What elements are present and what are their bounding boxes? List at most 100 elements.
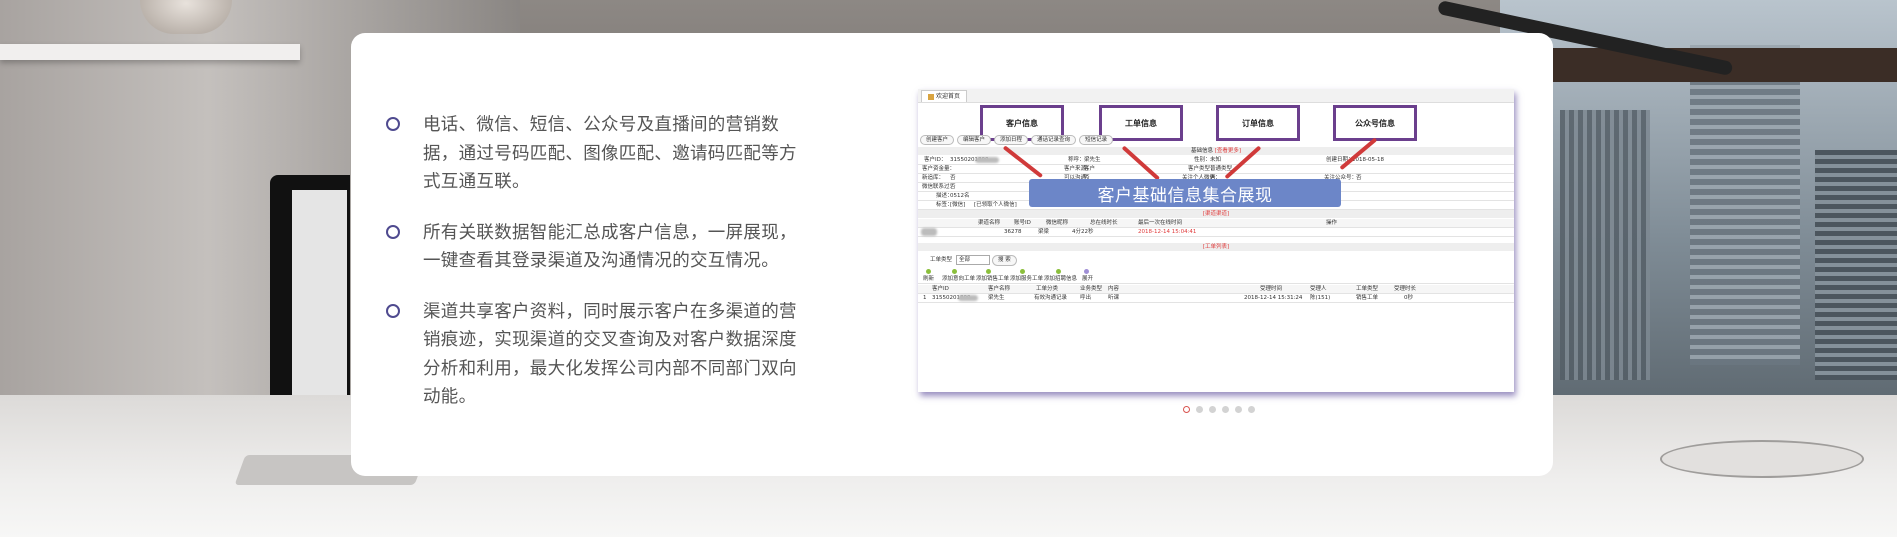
cell-value: 2018-12-14 15:04:41 (1138, 229, 1197, 235)
add-schedule-button[interactable]: 添加日程 (994, 135, 1029, 145)
field-label: 新追库： (922, 175, 945, 181)
feature-text: 渠道共享客户资料，同时展示客户在多渠道的营销痕迹，实现渠道的交叉查询及对客户数据… (423, 301, 797, 408)
feature-item: 所有关联数据智能汇总成客户信息，一屏展现，一键查看其登录渠道及沟通情况的交互情况… (383, 219, 803, 276)
summary-banner: 客户基础信息集合展现 (1029, 179, 1341, 207)
cell-value: 梁先生 (988, 295, 1005, 301)
home-icon (928, 93, 934, 100)
background-building (1690, 45, 1800, 365)
carousel-dot[interactable] (1209, 406, 1216, 413)
column-header: 微信昵称 (1046, 220, 1069, 226)
field-value: 梁先生 (1084, 157, 1101, 163)
search-button[interactable]: 搜 索 (992, 255, 1017, 266)
background-building (1815, 150, 1897, 380)
add-sales-ticket-button[interactable]: 添加销售工单 (976, 275, 1009, 283)
ticket-header-row: 客户ID 客户名称 工单分类 业务类型 内容 受理时间 受理人 工单类型 受理时… (918, 285, 1514, 294)
field-value: 否 (950, 184, 956, 190)
highlight-label: 客户信息 (1006, 118, 1038, 128)
tag-value: [微信] (950, 202, 966, 208)
edit-customer-button[interactable]: 编辑客户 (957, 135, 992, 145)
call-record-button[interactable]: 通话记录查询 (1031, 135, 1077, 145)
banner-text: 客户基础信息集合展现 (1097, 185, 1273, 206)
add-icon (1020, 269, 1025, 274)
ticket-row[interactable]: 1 31550201800 梁先生 有效沟通记录 呼出 听课 2018-12-1… (918, 294, 1514, 303)
refresh-button[interactable]: 刷新 (923, 275, 934, 283)
cell-value: 陈(151) (1310, 295, 1331, 301)
field-label: 客户资金量： (922, 166, 956, 172)
ticket-toolbar: 刷新 添加意向工单 添加销售工单 添加服务工单 添加招聘信息 展开 (918, 275, 1514, 284)
field-label: 称呼： (1068, 157, 1085, 163)
expand-button[interactable]: 展开 (1082, 275, 1093, 283)
section-title: 基础信息 (1190, 148, 1213, 154)
action-button-row: 创建客户 编辑客户 添加日程 通话记录查询 短信记录 (920, 135, 1114, 145)
carousel-dot[interactable] (1248, 406, 1255, 413)
column-header: 客户ID (932, 286, 949, 292)
highlight-order-info: 订单信息 (1216, 105, 1300, 141)
info-row: 客户资金量： 客户来源： 客户 客户类型： 普通类型 (918, 165, 1514, 174)
field-value: 否 (950, 175, 956, 181)
background-building (1560, 110, 1650, 380)
field-value: 0512名 (950, 193, 970, 199)
section-title: [工单列表] (1202, 244, 1230, 250)
channel-row: 36278 梁梁 4分22秒 2018-12-14 15:04:41 (918, 228, 1514, 237)
cell-value: 有效沟通记录 (1034, 295, 1068, 301)
column-header: 工单类型 (1356, 286, 1379, 292)
view-more-link[interactable]: [查看更多] (1215, 148, 1241, 154)
app-tab-bar: 欢迎首页 (918, 89, 1514, 103)
cell-value: 销售工单 (1356, 295, 1379, 301)
add-icon (986, 269, 991, 274)
highlight-label: 工单信息 (1125, 118, 1157, 128)
cell-value: 呼出 (1080, 295, 1092, 301)
column-header: 最后一次在线时间 (1138, 220, 1183, 226)
field-value: 客户 (1084, 166, 1096, 172)
carousel-dot[interactable] (1196, 406, 1203, 413)
column-header: 账号ID (1014, 220, 1031, 226)
column-header: 工单分类 (1036, 286, 1059, 292)
feature-text: 所有关联数据智能汇总成客户信息，一屏展现，一键查看其登录渠道及沟通情况的交互情况… (423, 222, 797, 272)
row-number: 1 (923, 295, 927, 301)
column-header: 受理时长 (1394, 286, 1417, 292)
circle-bullet-icon (386, 303, 400, 318)
info-row: 客户ID： 31550201800 称呼： 梁先生 性别： 未知 创建日期： 2… (918, 156, 1514, 165)
add-intent-ticket-button[interactable]: 添加意向工单 (942, 275, 975, 283)
tag-value: [已领取个人微信] (974, 202, 1017, 208)
field-label: 性别： (1194, 157, 1211, 163)
redacted-value (975, 157, 999, 163)
filter-label: 工单类型 (930, 257, 953, 263)
background-shelf (0, 44, 300, 60)
add-service-ticket-button[interactable]: 添加服务工单 (1010, 275, 1043, 283)
carousel-slide: 欢迎首页 客户信息 工单信息 订单信息 公众号信息 创建客户 编辑客户 添加日程… (918, 89, 1514, 392)
create-customer-button[interactable]: 创建客户 (920, 135, 955, 145)
carousel-dot[interactable] (1222, 406, 1229, 413)
sms-record-button[interactable]: 短信记录 (1079, 135, 1114, 145)
column-header: 业务类型 (1080, 286, 1103, 292)
feature-list: 电话、微信、短信、公众号及直播间的营销数据，通过号码匹配、图像匹配、邀请码匹配等… (383, 111, 803, 434)
column-header: 受理人 (1310, 286, 1327, 292)
channel-section: [渠道渠道] (918, 210, 1514, 218)
column-header: 总在线时长 (1090, 220, 1118, 226)
cell-value: 4分22秒 (1072, 229, 1094, 235)
carousel-dot[interactable] (1183, 406, 1190, 413)
channel-avatar (921, 228, 937, 236)
field-value: 否 (1356, 175, 1362, 181)
feature-text: 电话、微信、短信、公众号及直播间的营销数据，通过号码匹配、图像匹配、邀请码匹配等… (423, 115, 797, 192)
carousel-dots (1183, 406, 1255, 413)
column-header: 客户名称 (988, 286, 1011, 292)
add-icon (952, 269, 957, 274)
cell-value: 听课 (1108, 295, 1120, 301)
column-header: 内容 (1108, 286, 1120, 292)
refresh-icon (926, 269, 931, 274)
ticket-type-select[interactable]: 全部 (956, 255, 990, 265)
cell-value: 36278 (1004, 229, 1022, 235)
channel-header-row: 渠道名称 账号ID 微信昵称 总在线时长 最后一次在线时间 操作 (918, 219, 1514, 228)
cell-value: 0秒 (1404, 295, 1413, 301)
feature-item: 电话、微信、短信、公众号及直播间的营销数据，通过号码匹配、图像匹配、邀请码匹配等… (383, 111, 803, 197)
app-tab-home[interactable]: 欢迎首页 (921, 90, 968, 102)
field-value: 未知 (1210, 157, 1222, 163)
feature-card: 电话、微信、短信、公众号及直播间的营销数据，通过号码匹配、图像匹配、邀请码匹配等… (351, 33, 1553, 476)
highlight-label: 公众号信息 (1355, 118, 1395, 128)
carousel-dot[interactable] (1235, 406, 1242, 413)
add-recruit-info-button[interactable]: 添加招聘信息 (1044, 275, 1077, 283)
cell-value: 梁梁 (1038, 229, 1050, 235)
circle-bullet-icon (386, 224, 400, 239)
redacted-value (958, 295, 978, 301)
